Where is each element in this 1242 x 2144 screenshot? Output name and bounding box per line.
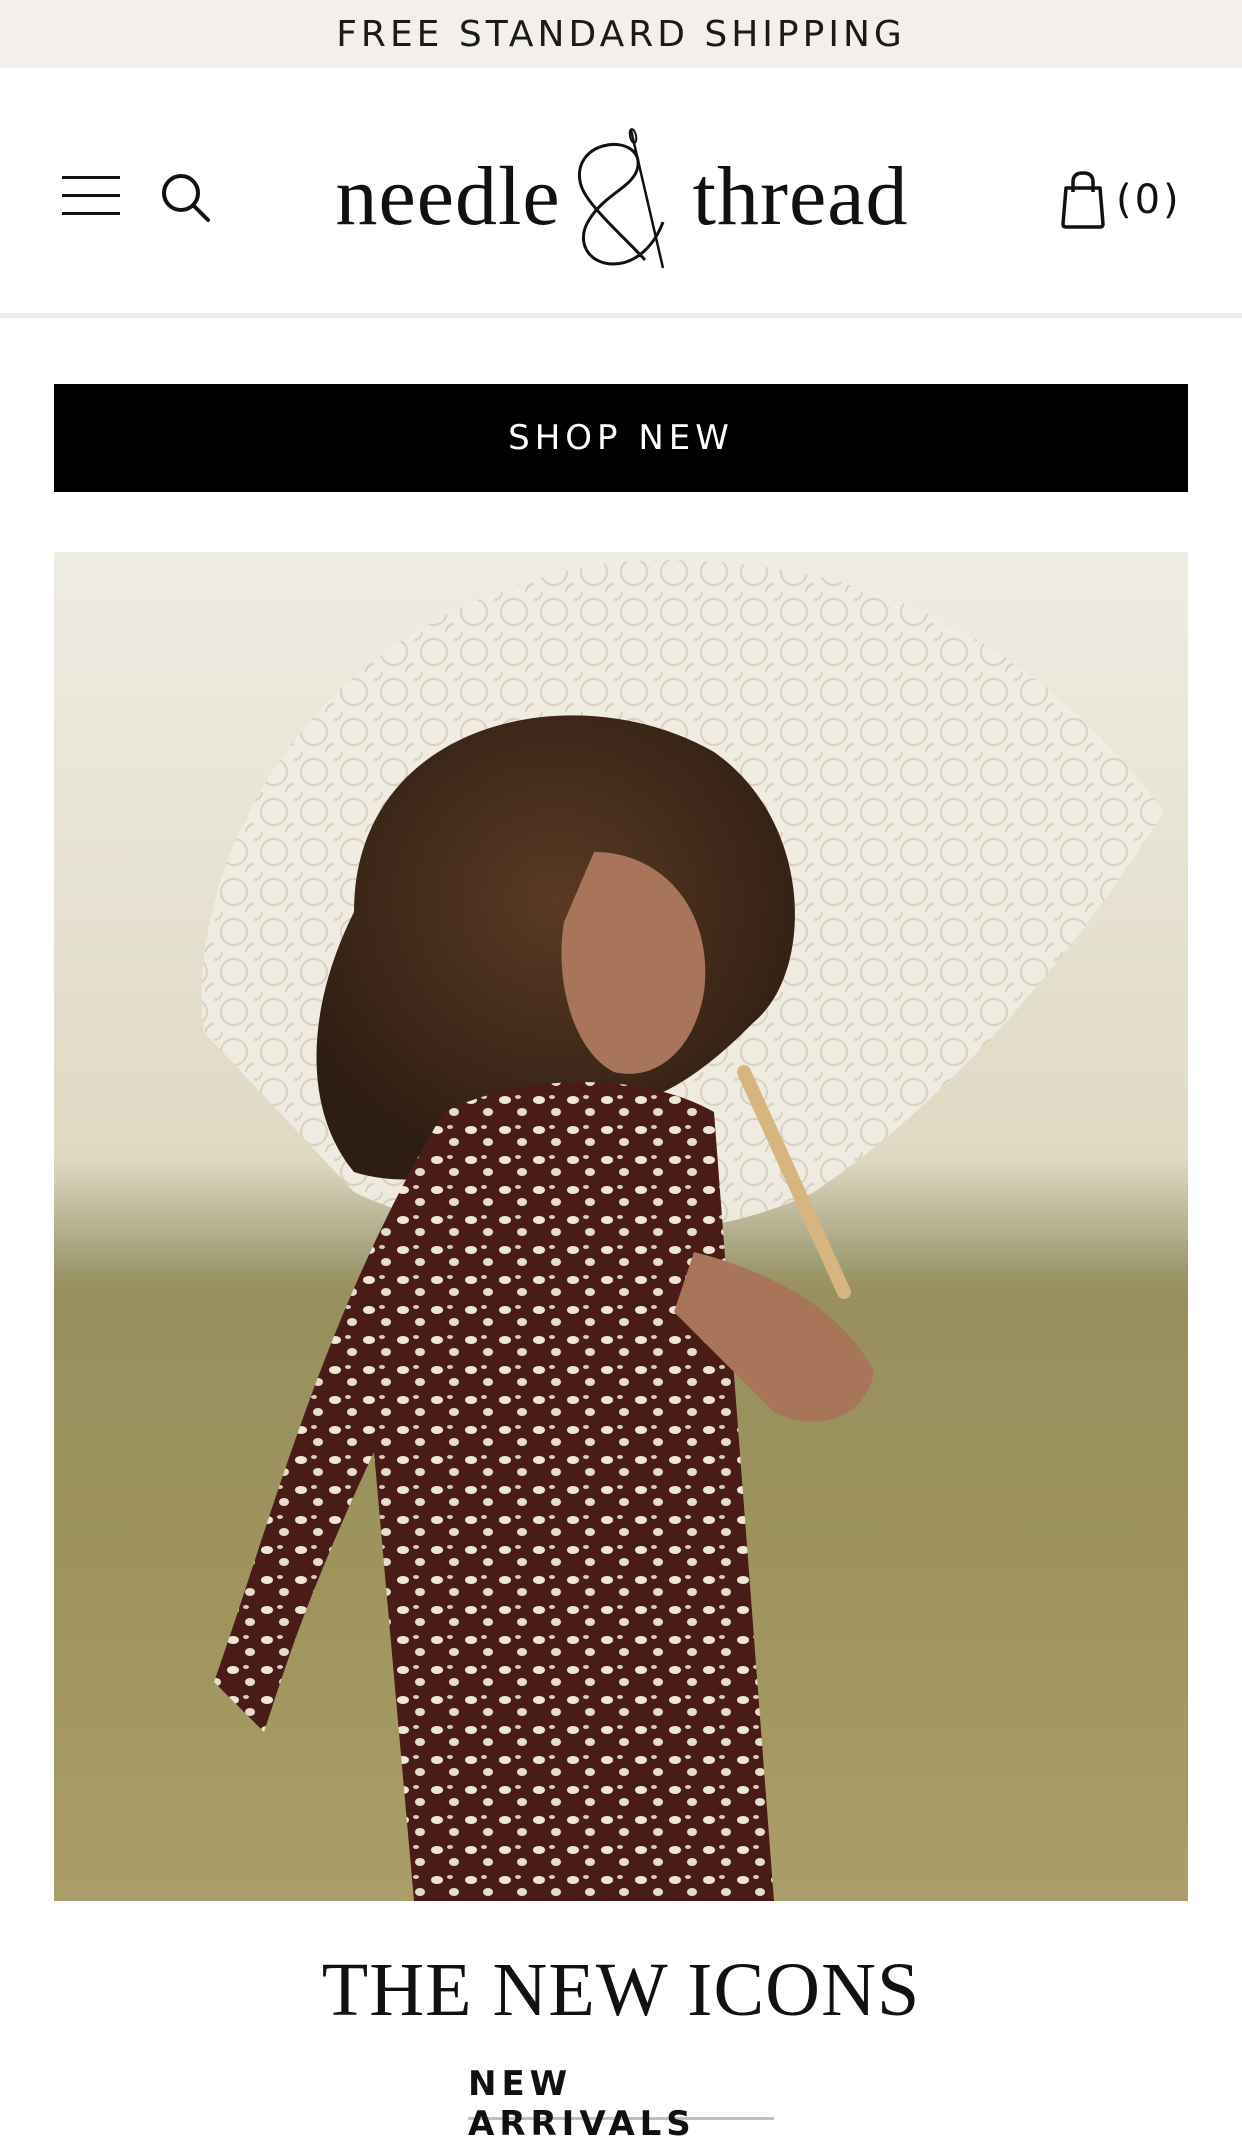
shop-new-label: SHOP NEW — [508, 418, 734, 458]
logo-word-left: needle — [335, 150, 561, 243]
cart-count: (0) — [1116, 177, 1182, 223]
logo-word-right: thread — [692, 150, 909, 243]
search-icon — [162, 174, 210, 222]
promo-banner: FREE STANDARD SHIPPING — [0, 0, 1242, 68]
section-title: THE NEW ICONS — [321, 1948, 921, 2032]
shop-new-button[interactable]: SHOP NEW — [54, 384, 1188, 492]
hero-image[interactable] — [54, 552, 1188, 1901]
site-header: needle thread (0) — [0, 68, 1242, 318]
cart-button[interactable]: (0) — [1058, 164, 1198, 236]
new-arrivals-link[interactable]: NEW ARRIVALS — [468, 2064, 774, 2144]
search-button[interactable] — [156, 168, 216, 228]
hero-photo — [54, 552, 1188, 1901]
needle-thread-ampersand-logo — [577, 128, 665, 269]
promo-text: FREE STANDARD SHIPPING — [336, 13, 906, 55]
menu-button[interactable] — [58, 172, 124, 222]
shopping-bag-icon — [1061, 171, 1105, 229]
brand-logo[interactable]: needle thread — [332, 122, 912, 272]
new-arrivals-label: NEW ARRIVALS — [468, 2064, 696, 2144]
